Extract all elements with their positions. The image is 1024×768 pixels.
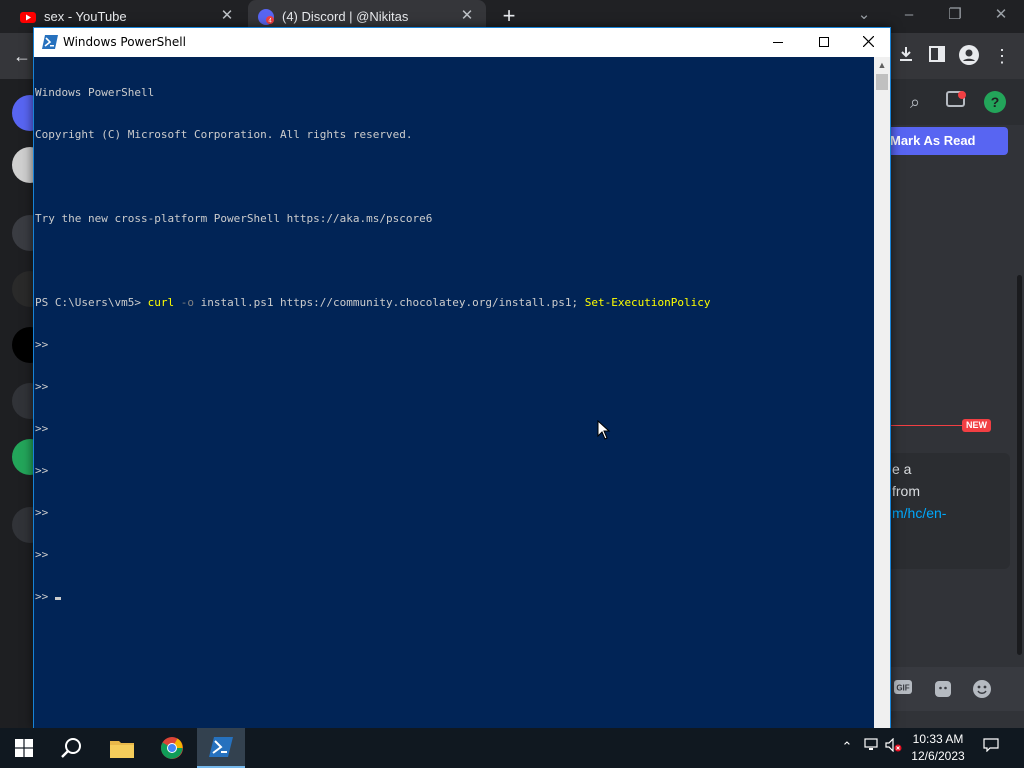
command-arguments: install.ps1 https://community.chocolatey…: [193, 296, 585, 309]
download-icon[interactable]: [895, 45, 917, 67]
input-line[interactable]: >>: [35, 590, 874, 604]
console-line: Copyright (C) Microsoft Corporation. All…: [35, 128, 413, 141]
discord-chat-area: ⌕ ? Mark As Read NEW e a from m/hc/en- G…: [890, 79, 1024, 728]
console-line: Windows PowerShell: [35, 86, 155, 99]
message-text: from: [892, 483, 920, 499]
minimize-icon[interactable]: –: [895, 4, 923, 26]
back-arrow-icon[interactable]: ←: [11, 45, 33, 67]
windows-taskbar: ⌃ 10:33 AM 12/6/2023: [0, 728, 1024, 768]
console-scrollbar[interactable]: ▲: [874, 57, 890, 728]
continuation-prompt: >>: [35, 548, 49, 561]
powershell-taskbar-button[interactable]: [197, 728, 245, 768]
notification-icon[interactable]: [982, 738, 1000, 756]
chat-scrollbar[interactable]: [1017, 275, 1022, 655]
message-embed: e a from m/hc/en-: [890, 453, 1010, 569]
inbox-icon[interactable]: [945, 91, 967, 113]
continuation-prompt: >>: [35, 338, 49, 351]
help-icon[interactable]: ?: [984, 91, 1006, 113]
powershell-icon: [42, 35, 58, 49]
chevron-up-icon[interactable]: ⌃: [838, 738, 856, 756]
prompt: PS C:\Users\vm5>: [35, 296, 148, 309]
continuation-prompt: >>: [35, 506, 49, 519]
scroll-up-arrow-icon[interactable]: ▲: [877, 60, 887, 70]
new-tab-button[interactable]: +: [498, 5, 520, 28]
discord-server-rail: [0, 79, 48, 728]
kebab-menu-icon[interactable]: ⋮: [991, 45, 1013, 67]
continuation-prompt: >>: [35, 590, 49, 603]
mark-as-read-label: Mark As Read: [890, 133, 976, 148]
close-icon[interactable]: [845, 28, 891, 57]
console-line: Try the new cross-platform PowerShell ht…: [35, 212, 433, 225]
network-icon[interactable]: [862, 738, 880, 756]
sticker-icon[interactable]: [932, 679, 954, 701]
mouse-pointer-icon: [597, 420, 611, 440]
volume-muted-icon[interactable]: [885, 737, 903, 756]
clock-date: 12/6/2023: [911, 749, 965, 763]
new-messages-divider: [890, 425, 962, 426]
emoji-icon[interactable]: [971, 679, 993, 701]
tab-label: sex - YouTube: [44, 9, 127, 24]
powershell-console[interactable]: Windows PowerShell Copyright (C) Microso…: [34, 57, 874, 728]
file-explorer-icon[interactable]: [98, 728, 146, 768]
scroll-thumb[interactable]: [876, 74, 888, 90]
message-link[interactable]: m/hc/en-: [892, 505, 946, 521]
command-name: Set-ExecutionPolicy: [584, 296, 711, 309]
mark-as-read-button[interactable]: Mark As Read: [890, 127, 1008, 155]
profile-avatar-icon[interactable]: [958, 45, 980, 67]
clock-time: 10:33 AM: [912, 732, 964, 746]
chrome-icon[interactable]: [148, 728, 196, 768]
svg-text:?: ?: [991, 94, 1000, 110]
command-name: curl: [147, 296, 175, 309]
minimize-icon[interactable]: [755, 28, 801, 57]
discord-header: ⌕ ?: [890, 79, 1024, 125]
continuation-prompt: >>: [35, 464, 49, 477]
youtube-icon: [20, 11, 36, 23]
command-line: PS C:\Users\vm5> curl -o install.ps1 htt…: [35, 296, 874, 310]
message-text: e a: [892, 461, 912, 477]
close-tab-icon[interactable]: ✕: [460, 8, 474, 23]
gif-icon[interactable]: GIF: [892, 679, 914, 701]
search-icon[interactable]: ⌕: [904, 91, 926, 113]
new-badge: NEW: [962, 419, 991, 432]
restore-icon[interactable]: ❐: [941, 4, 969, 26]
message-composer[interactable]: GIF: [890, 667, 1024, 711]
close-icon[interactable]: ✕: [987, 4, 1015, 26]
powershell-window[interactable]: Windows PowerShell Windows PowerShell Co…: [33, 27, 891, 728]
chevron-down-icon[interactable]: ⌄: [850, 4, 878, 26]
search-icon[interactable]: [48, 728, 96, 768]
maximize-icon[interactable]: [801, 28, 847, 57]
discord-icon: 4: [258, 8, 274, 25]
continuation-prompt: >>: [35, 422, 49, 435]
side-panel-icon[interactable]: [926, 45, 948, 67]
tab-label: (4) Discord | @Nikitas: [282, 9, 409, 24]
text-cursor: [55, 597, 62, 600]
svg-text:GIF: GIF: [896, 684, 909, 693]
command-parameter: -o: [174, 296, 194, 309]
powershell-titlebar[interactable]: Windows PowerShell: [34, 28, 890, 57]
continuation-prompt: >>: [35, 380, 49, 393]
close-tab-icon[interactable]: ✕: [220, 8, 234, 23]
windows-start-icon[interactable]: [0, 728, 48, 768]
powershell-icon: [209, 737, 233, 757]
system-clock[interactable]: 10:33 AM 12/6/2023: [906, 731, 970, 765]
window-title: Windows PowerShell: [63, 35, 186, 49]
